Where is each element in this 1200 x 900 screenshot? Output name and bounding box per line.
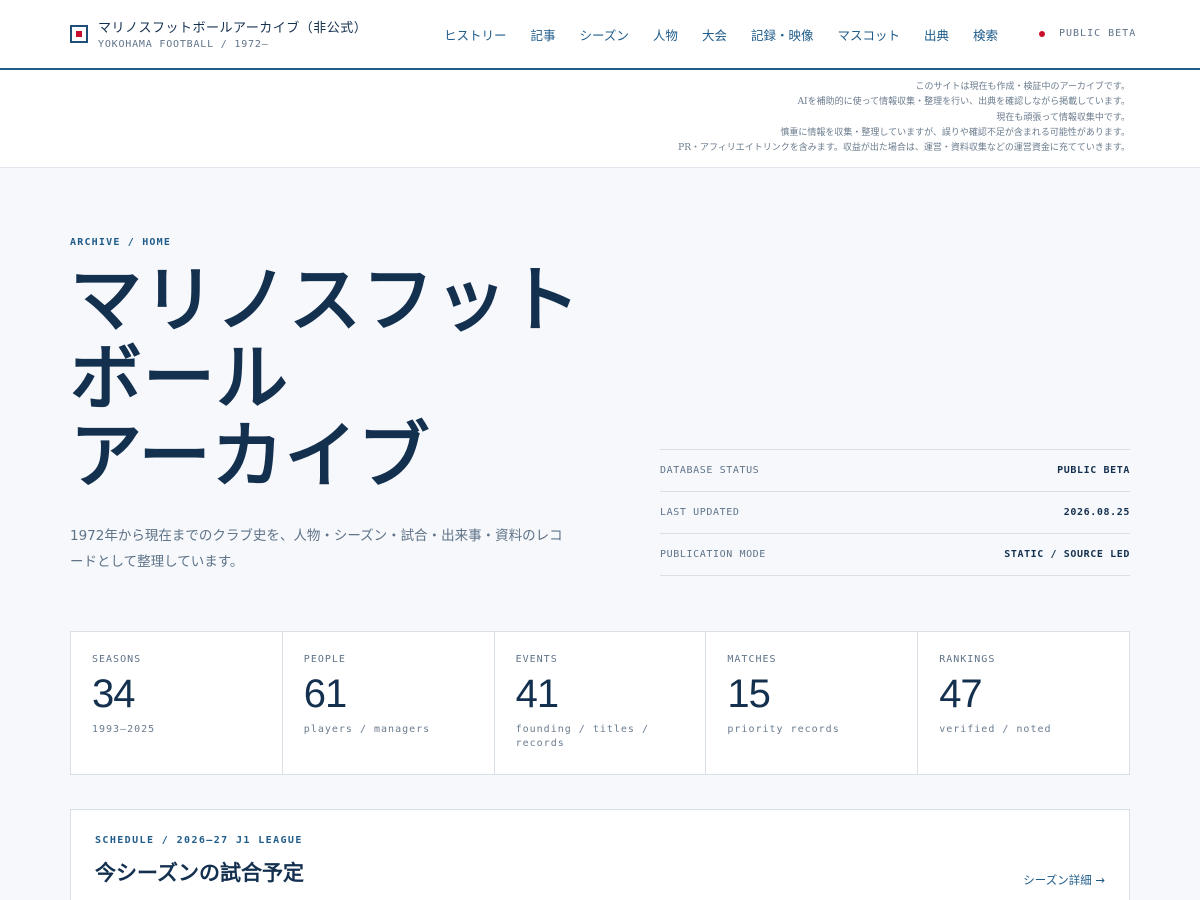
stat-seasons[interactable]: SEASONS 34 1993—2025 <box>71 632 283 774</box>
nav-seasons[interactable]: シーズン <box>580 25 629 44</box>
site-logo-icon[interactable] <box>70 25 88 43</box>
nav-history[interactable]: ヒストリー <box>444 25 507 44</box>
notice-text: このサイトは現在も作成・検証中のアーカイブです。 AIを補助的に使って情報収集・… <box>678 80 1130 156</box>
stat-subtext: 1993—2025 <box>92 724 156 735</box>
stat-rankings[interactable]: RANKINGS 47 verified / noted <box>918 632 1129 774</box>
stat-label: SEASONS <box>92 654 142 665</box>
site-subtitle: YOKOHAMA FOOTBALL / 1972— <box>98 39 269 50</box>
notice-line: 慎重に情報を収集・整理していますが、誤りや確認不足が含まれる可能性があります。 <box>780 127 1130 138</box>
nav-articles[interactable]: 記事 <box>531 25 556 44</box>
status-row: PUBLICATION MODE STATIC / SOURCE LED <box>660 534 1130 576</box>
stat-subtext: founding / titles / records <box>515 724 649 749</box>
stat-value: 47 <box>939 672 982 716</box>
status-value: 2026.08.25 <box>1063 507 1130 518</box>
stat-label: PEOPLE <box>303 654 346 665</box>
database-status-table: DATABASE STATUS PUBLIC BETA LAST UPDATED… <box>660 449 1130 576</box>
stat-subtext: verified / noted <box>939 724 1052 735</box>
season-detail-link[interactable]: シーズン詳細 → <box>1023 872 1105 888</box>
stat-value: 34 <box>92 672 135 716</box>
page-title-line: アーカイブ <box>70 417 431 497</box>
stat-matches[interactable]: MATCHES 15 priority records <box>706 632 919 774</box>
site-header: マリノスフットボールアーカイブ（非公式） YOKOHAMA FOOTBALL /… <box>0 0 1200 70</box>
notice-line: AIを補助的に使って情報収集・整理を行い、出典を確認しながら掲載しています。 <box>797 97 1130 108</box>
stat-value: 15 <box>727 672 770 716</box>
status-key: PUBLICATION MODE <box>660 549 766 560</box>
archive-stats: SEASONS 34 1993—2025 PEOPLE 61 players /… <box>70 631 1130 775</box>
stat-value: 61 <box>303 672 347 716</box>
stat-label: EVENTS <box>515 654 558 665</box>
hero-description: 1972年から現在までのクラブ史を、人物・シーズン・試合・出来事・資料のレコード… <box>70 528 563 570</box>
nav-people[interactable]: 人物 <box>653 25 678 44</box>
status-key: LAST UPDATED <box>660 507 740 518</box>
schedule-title: 今シーズンの試合予定 <box>95 861 304 885</box>
page-title: マリノスフット ボール アーカイブ <box>70 262 590 496</box>
status-value: PUBLIC BETA <box>1057 465 1130 476</box>
page-title-line: ボール <box>70 339 290 419</box>
main-nav: ヒストリー 記事 シーズン 人物 大会 記録・映像 マスコット 出典 検索 <box>444 25 1022 44</box>
notice-line: PR・アフィリエイトリンクを含みます。収益が出た場合は、運営・資料収集などの運営… <box>678 143 1130 154</box>
status-value: STATIC / SOURCE LED <box>1004 549 1130 560</box>
stat-value: 41 <box>515 672 559 716</box>
nav-sources[interactable]: 出典 <box>924 25 949 44</box>
beta-label: PUBLIC BETA <box>1059 28 1137 39</box>
nav-search[interactable]: 検索 <box>973 25 998 44</box>
nav-records-media[interactable]: 記録・映像 <box>751 25 814 44</box>
site-notice: このサイトは現在も作成・検証中のアーカイブです。 AIを補助的に使って情報収集・… <box>0 70 1200 168</box>
breadcrumb: ARCHIVE / HOME <box>70 237 172 248</box>
stat-people[interactable]: PEOPLE 61 players / managers <box>283 632 495 774</box>
schedule-eyebrow: SCHEDULE / 2026–27 J1 LEAGUE <box>95 835 303 846</box>
site-title[interactable]: マリノスフットボールアーカイブ（非公式） <box>98 17 367 36</box>
logo-dot <box>76 31 82 37</box>
stat-subtext: players / managers <box>303 724 431 735</box>
stat-label: RANKINGS <box>939 654 996 665</box>
status-row: LAST UPDATED 2026.08.25 <box>660 492 1130 534</box>
beta-status-dot-icon <box>1039 31 1045 37</box>
stat-events[interactable]: EVENTS 41 founding / titles / records <box>495 632 707 774</box>
status-row: DATABASE STATUS PUBLIC BETA <box>660 450 1130 492</box>
stat-label: MATCHES <box>727 654 777 665</box>
nav-mascot[interactable]: マスコット <box>837 25 900 44</box>
page-title-line: マリノスフット <box>70 261 582 341</box>
schedule-card: SCHEDULE / 2026–27 J1 LEAGUE 今シーズンの試合予定 … <box>70 809 1130 900</box>
notice-line: 現在も頑張って情報収集中です。 <box>996 112 1130 123</box>
status-key: DATABASE STATUS <box>660 465 760 476</box>
stat-subtext: priority records <box>727 724 840 735</box>
nav-competitions[interactable]: 大会 <box>702 25 727 44</box>
notice-line: このサイトは現在も作成・検証中のアーカイブです。 <box>915 82 1130 92</box>
